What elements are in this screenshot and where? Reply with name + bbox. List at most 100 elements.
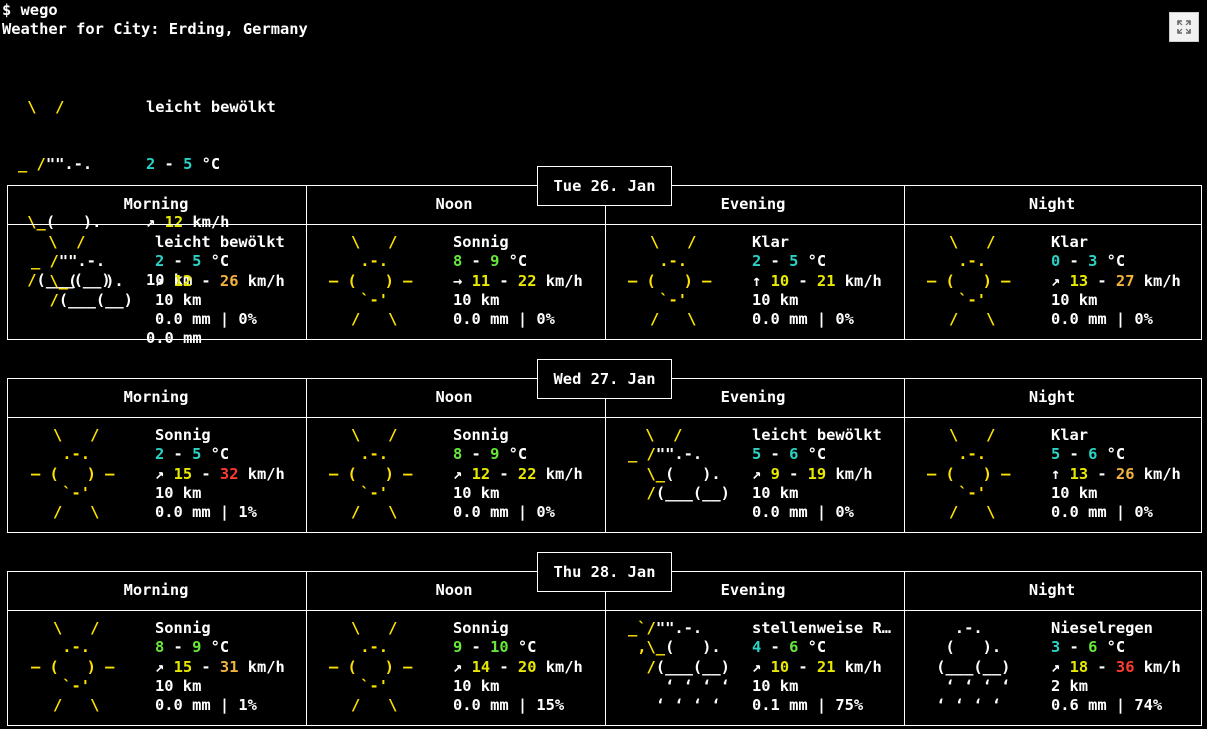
expand-icon <box>1177 20 1191 34</box>
temperature: 3 - 6 °C <box>1051 638 1126 657</box>
period-info: Sonnig 8 - 9 °C → 11 - 22 km/h 10 km 0.0 mm … <box>453 233 583 329</box>
period-info: leicht bewölkt 2 - 5 °C ↗ 12 - 26 km/h 10 k… <box>155 233 285 329</box>
precipitation: 0.0 mm | 0% <box>453 503 555 522</box>
wind: ↗ 14 - 20 km/h <box>453 657 583 676</box>
condition-text: Sonnig <box>453 426 509 444</box>
period-info: Klar 0 - 3 °C ↗ 13 - 27 km/h 10 km 0.0 mm | … <box>1051 233 1181 329</box>
period-cell: .-. ( ). (___(__) ‘ ‘ ‘ ‘ ‘ ‘ ‘ ‘ Nieselr… <box>903 619 1201 719</box>
wind: ↗ 18 - 36 km/h <box>1051 657 1181 676</box>
sun-icon: \ / .-. ― ( ) ― `-' / \ <box>628 233 712 329</box>
temperature: 8 - 9 °C <box>155 638 230 657</box>
period-header: Morning <box>123 195 189 213</box>
period-cell: \ / .-. ― ( ) ― `-' / \ Klar 0 - 3 °C ↗ 13 - … <box>903 233 1201 333</box>
wind: ↗ 12 - 26 km/h <box>155 271 285 290</box>
precipitation: 0.0 mm | 0% <box>155 310 257 329</box>
condition-text: leicht bewölkt <box>752 426 882 444</box>
wind: ↑ 13 - 26 km/h <box>1051 464 1181 483</box>
rain-icon: _`/"".-. ,\_( ). /(___(__) ‘ ‘ ‘ ‘ ‘ ‘ ‘… <box>628 619 730 715</box>
precipitation: 0.0 mm | 1% <box>155 503 257 522</box>
visibility: 10 km <box>155 676 202 695</box>
temperature: 9 - 10 °C <box>453 638 537 657</box>
temperature: 2 - 5 °C <box>752 252 827 271</box>
period-cell: \ / .-. ― ( ) ― `-' / \ Klar 5 - 6 °C ↑ 13 - … <box>903 426 1201 526</box>
visibility: 10 km <box>752 676 799 695</box>
cloud-icon: \ / _ /"".-. \_( ). /(___(__) <box>628 426 730 502</box>
condition-text: Nieselregen <box>1051 619 1153 637</box>
visibility: 10 km <box>453 290 500 309</box>
sun-icon: \ / .-. ― ( ) ― `-' / \ <box>329 233 413 329</box>
wind: ↗ 13 - 27 km/h <box>1051 271 1181 290</box>
period-info: stellenweise R… 4 - 6 °C ↗ 10 - 21 km/h 10 … <box>752 619 891 715</box>
date-label: Tue 26. Jan <box>537 166 672 206</box>
period-cell: \ / _ /"".-. \_( ). /(___(__) leicht bewöl… <box>7 233 305 333</box>
expand-button[interactable] <box>1169 12 1199 42</box>
temperature: 4 - 6 °C <box>752 638 827 657</box>
condition-text: Sonnig <box>155 619 211 637</box>
period-header: Night <box>1028 388 1076 406</box>
period-info: Nieselregen 3 - 6 °C ↗ 18 - 36 km/h 2 km 0.6… <box>1051 619 1181 715</box>
temperature: 5 - 6 °C <box>1051 445 1126 464</box>
wind: ↗ 15 - 31 km/h <box>155 657 285 676</box>
wind: ↗ 10 - 21 km/h <box>752 657 882 676</box>
precipitation: 0.0 mm | 0% <box>752 310 854 329</box>
period-header: Night <box>1028 195 1076 213</box>
current-info: leicht bewölkt 2 - 5 °C ↗ 12 km/h 10 km … <box>146 59 276 348</box>
condition-text: leicht bewölkt <box>155 233 285 251</box>
current-desc: leicht bewölkt <box>146 97 276 116</box>
command-prompt: $ wego <box>2 1 58 19</box>
period-info: Sonnig 9 - 10 °C ↗ 14 - 20 km/h 10 km 0.0 mm… <box>453 619 583 715</box>
temperature: 0 - 3 °C <box>1051 252 1126 271</box>
current-temp: 2 - 5 °C <box>146 155 221 174</box>
visibility: 10 km <box>453 483 500 502</box>
period-header: Morning <box>123 581 189 599</box>
precipitation: 0.0 mm | 0% <box>752 503 854 522</box>
visibility: 10 km <box>453 676 500 695</box>
period-cell: _`/"".-. ,\_( ). /(___(__) ‘ ‘ ‘ ‘ ‘ ‘ ‘… <box>604 619 902 719</box>
precipitation: 0.0 mm | 0% <box>453 310 555 329</box>
temperature: 5 - 6 °C <box>752 445 827 464</box>
period-header: Night <box>1028 581 1076 599</box>
sun-icon: \ / .-. ― ( ) ― `-' / \ <box>31 426 115 522</box>
visibility: 10 km <box>752 290 799 309</box>
period-info: leicht bewölkt 5 - 6 °C ↗ 9 - 19 km/h 10 km… <box>752 426 882 522</box>
period-cell: \ / .-. ― ( ) ― `-' / \ Klar 2 - 5 °C ↑ 10 - … <box>604 233 902 333</box>
current-cloud-icon: \ / _ /"".-. \_( ). /(___(__) <box>18 59 111 290</box>
period-header: Morning <box>123 388 189 406</box>
temperature: 2 - 5 °C <box>155 252 230 271</box>
wind: ↗ 9 - 19 km/h <box>752 464 873 483</box>
visibility: 10 km <box>155 483 202 502</box>
condition-text: Klar <box>1051 233 1089 251</box>
temperature: 2 - 5 °C <box>155 445 230 464</box>
period-cell: \ / .-. ― ( ) ― `-' / \ Sonnig 8 - 9 °C ↗ 12 … <box>305 426 603 526</box>
sun-icon: \ / .-. ― ( ) ― `-' / \ <box>927 233 1011 329</box>
visibility: 10 km <box>752 483 799 502</box>
period-info: Klar 2 - 5 °C ↑ 10 - 21 km/h 10 km 0.0 mm | … <box>752 233 882 329</box>
period-cell: \ / .-. ― ( ) ― `-' / \ Sonnig 2 - 5 °C ↗ 15 … <box>7 426 305 526</box>
period-info: Sonnig 2 - 5 °C ↗ 15 - 32 km/h 10 km 0.0 mm … <box>155 426 285 522</box>
sun-icon: \ / .-. ― ( ) ― `-' / \ <box>927 426 1011 522</box>
condition-text: Klar <box>752 233 790 251</box>
date-label: Wed 27. Jan <box>537 359 672 399</box>
condition-text: Sonnig <box>155 426 211 444</box>
wind: ↗ 12 - 22 km/h <box>453 464 583 483</box>
drizzle-icon: .-. ( ). (___(__) ‘ ‘ ‘ ‘ ‘ ‘ ‘ ‘ <box>927 619 1011 715</box>
period-info: Sonnig 8 - 9 °C ↗ 12 - 22 km/h 10 km 0.0 mm … <box>453 426 583 522</box>
sun-icon: \ / .-. ― ( ) ― `-' / \ <box>329 426 413 522</box>
precipitation: 0.6 mm | 74% <box>1051 696 1163 715</box>
period-cell: \ / _ /"".-. \_( ). /(___(__) leicht bewöl… <box>604 426 902 526</box>
cloud-icon: \ / _ /"".-. \_( ). /(___(__) <box>31 233 133 309</box>
precipitation: 0.1 mm | 75% <box>752 696 864 715</box>
date-label: Thu 28. Jan <box>537 552 672 592</box>
temperature: 8 - 9 °C <box>453 252 528 271</box>
visibility: 10 km <box>1051 483 1098 502</box>
sun-icon: \ / .-. ― ( ) ― `-' / \ <box>329 619 413 715</box>
sun-icon: \ / .-. ― ( ) ― `-' / \ <box>31 619 115 715</box>
art-line: \ / <box>18 97 65 116</box>
visibility: 10 km <box>1051 290 1098 309</box>
precipitation: 0.0 mm | 15% <box>453 696 565 715</box>
period-info: Sonnig 8 - 9 °C ↗ 15 - 31 km/h 10 km 0.0 mm … <box>155 619 285 715</box>
city-title: Weather for City: Erding, Germany <box>2 20 308 38</box>
condition-text: Sonnig <box>453 619 509 637</box>
precipitation: 0.0 mm | 1% <box>155 696 257 715</box>
condition-text: Klar <box>1051 426 1089 444</box>
